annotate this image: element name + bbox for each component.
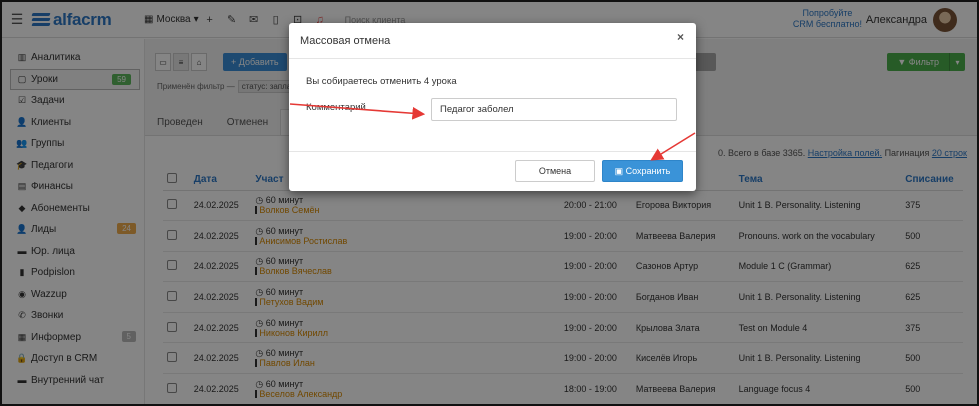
mass-cancel-modal: Массовая отмена × Вы собираетесь отменит… xyxy=(289,23,696,191)
save-label: Сохранить xyxy=(625,165,671,176)
floppy-icon: ▣ xyxy=(614,165,626,176)
app-window: ☰ alfacrm ▦ Москва ▾ + ✎ ✉ ▯ ⊡ ♫ Поиск к… xyxy=(0,0,979,406)
comment-label: Комментарий xyxy=(306,102,366,113)
save-button[interactable]: ▣ Сохранить xyxy=(602,160,683,182)
modal-title: Массовая отмена xyxy=(289,23,696,59)
cancel-button[interactable]: Отмена xyxy=(515,160,595,182)
close-icon[interactable]: × xyxy=(677,30,684,44)
modal-message: Вы собираетесь отменить 4 урока xyxy=(306,76,457,87)
comment-input[interactable] xyxy=(431,98,677,121)
